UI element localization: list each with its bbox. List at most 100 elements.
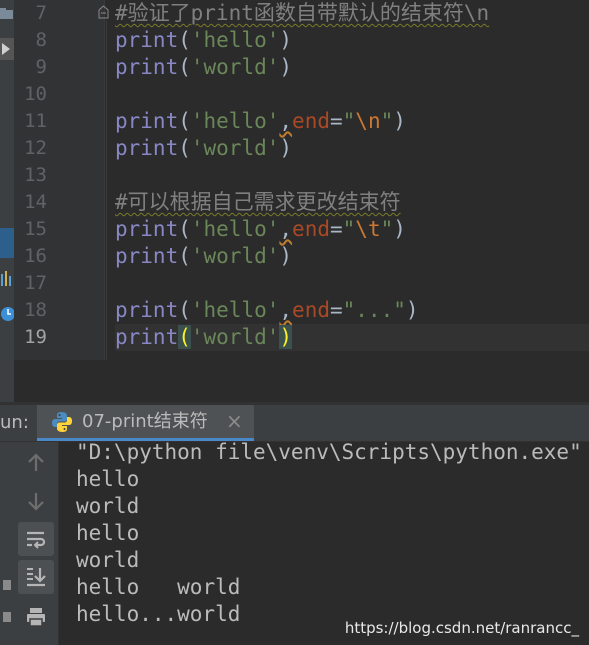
- run-panel-label: un:: [0, 412, 29, 433]
- line-numbers: 7 8 9 10 11 12 13 14 15 16 17 18 19: [14, 0, 47, 351]
- code-line[interactable]: print('world'): [115, 54, 589, 81]
- print-button[interactable]: [18, 600, 54, 634]
- code-token: print: [115, 28, 179, 52]
- code-line[interactable]: [115, 81, 589, 108]
- code-token: end: [292, 298, 330, 322]
- code-token: #验证了print函数自带默认的结束符\n: [115, 1, 490, 25]
- code-token: print: [115, 325, 179, 349]
- code-line[interactable]: print('hello',end="..."): [115, 297, 589, 324]
- code-token: ,: [279, 109, 293, 133]
- python-icon: [52, 412, 72, 432]
- code-token: ,: [279, 298, 293, 322]
- code-area[interactable]: #验证了print函数自带默认的结束符\n print('hello') print…: [115, 0, 589, 351]
- arrow-down-icon: [28, 493, 44, 511]
- line-number: 12: [24, 137, 47, 159]
- code-token: ": [380, 109, 394, 133]
- code-token: =: [329, 298, 343, 322]
- code-token: print: [115, 109, 179, 133]
- code-token: ): [279, 28, 293, 52]
- code-token: ": [342, 109, 356, 133]
- run-left-edge: [0, 442, 14, 645]
- code-line[interactable]: print('world'): [115, 324, 589, 351]
- code-token: 'hello': [190, 109, 280, 133]
- clock-icon[interactable]: [0, 300, 14, 324]
- code-token: (: [178, 217, 191, 241]
- print-icon: [27, 608, 45, 627]
- code-editor[interactable]: 7 8 9 10 11 12 13 14 15 16 17 18 19 #验证了print函数自带默认的…: [0, 0, 589, 402]
- code-token: ): [279, 244, 293, 268]
- run-toolbar: [14, 442, 59, 645]
- code-token: =: [329, 217, 343, 241]
- code-line[interactable]: print('hello'): [115, 27, 589, 54]
- code-token: (: [178, 136, 191, 160]
- code-token: =: [329, 109, 343, 133]
- code-token: (: [178, 28, 191, 52]
- code-token: 'hello': [190, 28, 280, 52]
- line-number: 16: [24, 245, 47, 267]
- console-line: hello: [76, 467, 140, 491]
- structure-icon[interactable]: [0, 228, 14, 258]
- code-token: ": [342, 217, 356, 241]
- scroll-to-end-button[interactable]: [18, 560, 54, 594]
- code-token: 'world': [190, 244, 280, 268]
- code-token: (: [178, 55, 191, 79]
- code-token: end: [292, 217, 330, 241]
- code-token: #可以根据自己需求更改结束符: [115, 190, 401, 214]
- soft-wrap-button[interactable]: [18, 522, 54, 556]
- code-token: 'world': [190, 325, 280, 349]
- close-icon[interactable]: ×: [226, 405, 243, 438]
- code-line[interactable]: print('world'): [115, 243, 589, 270]
- code-token: ): [279, 55, 293, 79]
- code-line[interactable]: [115, 162, 589, 189]
- code-token: 'world': [190, 136, 280, 160]
- python-console-icon[interactable]: [0, 268, 14, 288]
- arrow-up-icon: [28, 453, 44, 471]
- line-number: 9: [35, 56, 47, 78]
- code-line[interactable]: #可以根据自己需求更改结束符: [115, 189, 589, 216]
- code-token: (: [178, 325, 191, 349]
- console-line: world: [76, 548, 140, 572]
- code-token: ): [279, 325, 293, 349]
- code-token: \t: [355, 217, 381, 241]
- code-line[interactable]: print('world'): [115, 135, 589, 162]
- project-folder-icon[interactable]: [0, 8, 14, 20]
- code-line[interactable]: #验证了print函数自带默认的结束符\n: [115, 0, 589, 27]
- code-token: (: [178, 109, 191, 133]
- edge-marker-icon: [3, 580, 11, 590]
- code-line[interactable]: [115, 270, 589, 297]
- soft-wrap-icon: [27, 531, 46, 549]
- scroll-to-end-icon: [27, 568, 46, 587]
- run-tab-label: 07-print结束符: [82, 411, 208, 432]
- code-token: print: [115, 298, 179, 322]
- console-line: hello: [76, 521, 140, 545]
- code-line[interactable]: print('hello',end="\t"): [115, 216, 589, 243]
- run-tab[interactable]: 07-print结束符 ×: [37, 405, 254, 441]
- code-token: ): [405, 298, 419, 322]
- code-token: "...": [342, 298, 406, 322]
- fold-marker-icon[interactable]: [98, 5, 109, 19]
- line-number: 17: [24, 272, 47, 294]
- watermark: https://blog.csdn.net/ranrancc_: [344, 619, 579, 637]
- line-number: 7: [35, 2, 47, 24]
- code-token: 'hello': [190, 217, 280, 241]
- code-token: end: [292, 109, 330, 133]
- code-token: (: [178, 244, 191, 268]
- run-arrow-icon[interactable]: [0, 38, 14, 60]
- line-number: 15: [24, 218, 47, 240]
- gutter-divider: [104, 0, 105, 360]
- indent-guide: [106, 20, 107, 360]
- run-panel-header: un: 07-print结束符 ×: [0, 405, 589, 442]
- line-number: 19: [24, 326, 47, 348]
- code-token: 'world': [190, 55, 280, 79]
- line-number: 10: [24, 83, 47, 105]
- line-number: 8: [35, 29, 47, 51]
- code-token: print: [115, 244, 179, 268]
- scroll-up-button[interactable]: [18, 446, 54, 480]
- code-token: print: [115, 55, 179, 79]
- code-token: \n: [355, 109, 381, 133]
- code-token: ): [393, 109, 406, 133]
- scroll-down-button[interactable]: [18, 484, 54, 518]
- console-output[interactable]: "D:\python file\venv\Scripts\python.exe"…: [59, 442, 589, 645]
- code-token: ): [279, 136, 293, 160]
- code-line[interactable]: print('hello',end="\n"): [115, 108, 589, 135]
